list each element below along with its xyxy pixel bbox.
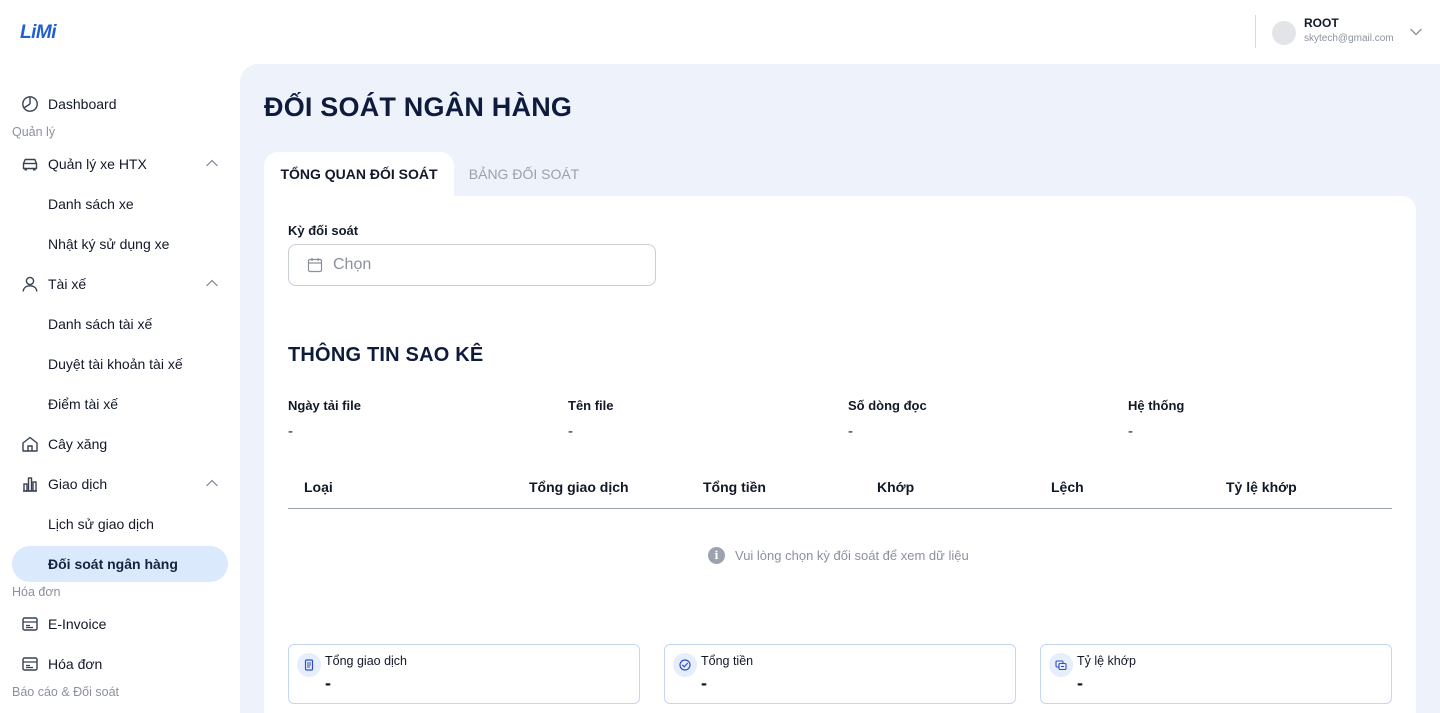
period-picker[interactable]: Chọn bbox=[288, 244, 656, 286]
invoice-icon bbox=[22, 617, 38, 631]
info-icon: i bbox=[708, 547, 725, 564]
chevron-up-icon[interactable] bbox=[206, 159, 218, 167]
section-label-manage: Quản lý bbox=[12, 125, 56, 139]
sidebar-item-driver-list[interactable]: Danh sách tài xế bbox=[12, 306, 228, 342]
stat-match-rate: Tỷ lệ khớp - bbox=[1040, 644, 1392, 704]
calendar-icon bbox=[307, 258, 323, 273]
overview-card: Kỳ đối soát Chọn THÔNG TIN SAO KÊ Ngày t… bbox=[264, 196, 1416, 713]
user-icon bbox=[22, 276, 38, 292]
stat-total-transactions: Tổng giao dịch - bbox=[288, 644, 640, 704]
column-header-matched: Khớp bbox=[877, 479, 915, 495]
stat-value: - bbox=[701, 673, 707, 693]
info-upload-date: Ngày tải file - bbox=[288, 398, 548, 440]
sidebar-item-label: Hóa đơn bbox=[48, 656, 103, 672]
stat-value: - bbox=[325, 673, 331, 693]
user-menu[interactable]: ROOT skytech@gmail.com bbox=[1272, 16, 1394, 46]
info-value: - bbox=[1128, 423, 1133, 440]
info-value: - bbox=[288, 423, 293, 440]
sidebar-item-invoice[interactable]: Hóa đơn bbox=[12, 646, 228, 682]
check-circle-icon bbox=[679, 659, 691, 671]
sidebar-item-einvoice[interactable]: E-Invoice bbox=[12, 606, 228, 642]
sidebar-item-gas-station[interactable]: Cây xăng bbox=[12, 426, 228, 462]
info-value: - bbox=[568, 423, 573, 440]
main-content: ĐỐI SOÁT NGÂN HÀNG TỔNG QUAN ĐỐI SOÁT BẢ… bbox=[240, 64, 1440, 713]
info-row-count: Số dòng đọc - bbox=[848, 398, 1108, 440]
table-header: Loại Tổng giao dịch Tổng tiền Khớp Lệch … bbox=[288, 466, 1392, 509]
sidebar-item-label: Dashboard bbox=[48, 96, 117, 112]
app-logo[interactable]: LiMi bbox=[20, 22, 57, 44]
statement-title: THÔNG TIN SAO KÊ bbox=[288, 344, 484, 366]
sidebar-item-driver-points[interactable]: Điểm tài xế bbox=[12, 386, 228, 422]
sidebar-item-label: Lịch sử giao dịch bbox=[48, 516, 154, 532]
column-header-type: Loại bbox=[304, 479, 333, 495]
info-label: Hệ thống bbox=[1128, 398, 1185, 413]
sidebar-item-label: Danh sách tài xế bbox=[48, 316, 153, 332]
stat-label: Tổng giao dịch bbox=[325, 654, 408, 668]
user-email: skytech@gmail.com bbox=[1304, 33, 1394, 44]
document-icon bbox=[304, 659, 314, 671]
header-divider bbox=[1255, 15, 1256, 48]
section-label-report: Báo cáo & Đối soát bbox=[12, 685, 120, 699]
home-icon bbox=[22, 436, 38, 452]
sidebar-item-transactions[interactable]: Giao dịch bbox=[12, 466, 228, 502]
sidebar-item-label: Nhật ký sử dụng xe bbox=[48, 236, 170, 252]
info-file-name: Tên file - bbox=[568, 398, 828, 440]
sync-icon bbox=[1055, 660, 1067, 671]
sidebar-item-bank-reconcile[interactable]: Đối soát ngân hàng bbox=[12, 546, 228, 582]
car-icon bbox=[22, 158, 38, 171]
avatar bbox=[1272, 21, 1296, 45]
bar-chart-icon bbox=[23, 477, 37, 492]
sidebar-item-label: Điểm tài xế bbox=[48, 396, 119, 412]
info-system: Hệ thống - bbox=[1128, 398, 1388, 440]
sidebar-item-label: E-Invoice bbox=[48, 616, 107, 632]
tab-overview[interactable]: TỔNG QUAN ĐỐI SOÁT bbox=[264, 152, 454, 196]
section-label-invoice: Hóa đơn bbox=[12, 585, 61, 599]
chevron-up-icon[interactable] bbox=[206, 479, 218, 487]
stat-total-amount: Tổng tiền - bbox=[664, 644, 1016, 704]
sidebar-item-label: Tài xế bbox=[48, 276, 87, 292]
empty-state: i Vui lòng chọn kỳ đối soát để xem dữ li… bbox=[708, 547, 969, 564]
sidebar-item-vehicles[interactable]: Quản lý xe HTX bbox=[12, 146, 228, 182]
chevron-up-icon[interactable] bbox=[206, 279, 218, 287]
period-placeholder: Chọn bbox=[333, 256, 372, 273]
sidebar-item-label: Duyệt tài khoản tài xế bbox=[48, 356, 183, 372]
column-header-mismatched: Lệch bbox=[1051, 479, 1084, 495]
empty-message: Vui lòng chọn kỳ đối soát để xem dữ liệu bbox=[735, 548, 969, 563]
sidebar-item-vehicle-log[interactable]: Nhật ký sử dụng xe bbox=[12, 226, 228, 262]
stat-value: - bbox=[1077, 673, 1083, 693]
sidebar-item-label: Đối soát ngân hàng bbox=[48, 556, 178, 572]
sidebar-item-vehicle-list[interactable]: Danh sách xe bbox=[12, 186, 228, 222]
sidebar-item-label: Danh sách xe bbox=[48, 196, 134, 212]
sidebar-item-label: Cây xăng bbox=[48, 436, 108, 452]
invoice-icon bbox=[22, 657, 38, 671]
page-title: ĐỐI SOÁT NGÂN HÀNG bbox=[264, 92, 573, 122]
info-label: Ngày tải file bbox=[288, 398, 361, 413]
chevron-down-icon[interactable] bbox=[1410, 28, 1422, 36]
column-header-total-amount: Tổng tiền bbox=[703, 479, 766, 495]
stat-label: Tỷ lệ khớp bbox=[1077, 654, 1136, 668]
stat-label: Tổng tiền bbox=[701, 654, 754, 668]
info-label: Số dòng đọc bbox=[848, 398, 927, 413]
info-value: - bbox=[848, 423, 853, 440]
column-header-total-transactions: Tổng giao dịch bbox=[529, 479, 629, 495]
period-label: Kỳ đối soát bbox=[288, 223, 359, 238]
user-name: ROOT bbox=[1304, 16, 1339, 30]
sidebar-item-label: Quản lý xe HTX bbox=[48, 156, 147, 172]
sidebar-item-dashboard[interactable]: Dashboard bbox=[12, 86, 228, 122]
sidebar-item-drivers[interactable]: Tài xế bbox=[12, 266, 228, 302]
sidebar-item-driver-approve[interactable]: Duyệt tài khoản tài xế bbox=[12, 346, 228, 382]
column-header-match-rate: Tỷ lệ khớp bbox=[1226, 479, 1297, 495]
info-label: Tên file bbox=[568, 398, 614, 413]
sidebar-item-label: Giao dịch bbox=[48, 476, 108, 492]
sidebar-item-transaction-history[interactable]: Lịch sử giao dịch bbox=[12, 506, 228, 542]
dashboard-icon bbox=[22, 96, 38, 112]
tab-reconcile-table[interactable]: BẢNG ĐỐI SOÁT bbox=[454, 152, 594, 196]
